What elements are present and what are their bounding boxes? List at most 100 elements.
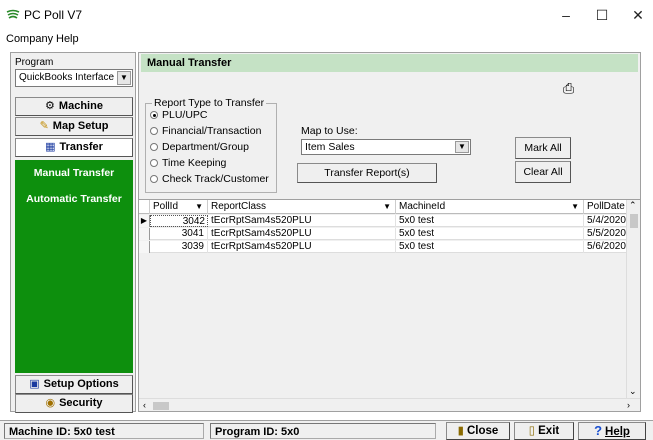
radio-time-keeping-label: Time Keeping xyxy=(162,157,227,169)
radio-check-track-customer[interactable]: Check Track/Customer xyxy=(150,173,269,185)
cell-polldate[interactable]: 5/5/2020 1 xyxy=(584,228,626,240)
nav-map-setup-label: Map Setup xyxy=(52,120,109,132)
setup-options-icon: ▣ xyxy=(29,378,40,390)
left-panel: Program QuickBooks Interface ▼ ⚙ Machine … xyxy=(10,52,136,413)
map-select-value: Item Sales xyxy=(305,141,355,153)
transfer-reports-button[interactable]: Transfer Report(s) xyxy=(297,163,437,183)
program-select[interactable]: QuickBooks Interface ▼ xyxy=(15,69,133,87)
dropdown-arrow-icon[interactable]: ▼ xyxy=(195,200,203,214)
submenu-manual-transfer[interactable]: Manual Transfer xyxy=(15,167,133,179)
clear-all-button[interactable]: Clear All xyxy=(515,161,571,183)
map-select[interactable]: Item Sales ▼ xyxy=(301,139,471,155)
radio-time-keeping[interactable]: Time Keeping xyxy=(150,157,226,169)
nav-map-setup-button[interactable]: ✎ Map Setup xyxy=(15,117,133,136)
horizontal-scroll-thumb[interactable] xyxy=(153,402,169,410)
column-header-polldate[interactable]: PollDate xyxy=(584,200,626,214)
close-button[interactable]: ▮ Close xyxy=(446,422,510,440)
help-question-icon: ? xyxy=(594,423,603,438)
security-lock-icon: ◉ xyxy=(45,397,56,409)
scroll-down-icon[interactable]: ⌄ xyxy=(629,386,637,397)
table-row[interactable]: 3039 tEcrRptSam4s520PLU 5x0 test 5/6/202… xyxy=(139,241,626,253)
grid-corner xyxy=(139,200,150,214)
chevron-down-icon[interactable]: ▼ xyxy=(455,141,469,153)
column-header-label: PollId xyxy=(153,201,179,212)
radio-financial-transaction[interactable]: Financial/Transaction xyxy=(150,125,261,137)
close-window-button[interactable]: ✕ xyxy=(620,4,653,26)
machine-id-status: Machine ID: 5x0 test xyxy=(4,423,204,439)
row-indicator xyxy=(139,228,150,240)
column-header-label: PollDate xyxy=(587,201,625,212)
map-setup-icon: ✎ xyxy=(39,120,49,132)
radio-plu-upc-label: PLU/UPC xyxy=(162,109,208,121)
column-header-reportclass[interactable]: ReportClass ▼ xyxy=(208,200,396,214)
grid-header: PollId ▼ ReportClass ▼ MachineId ▼ PollDate xyxy=(139,200,626,214)
scroll-up-icon[interactable]: ⌃ xyxy=(629,200,637,211)
dropdown-arrow-icon[interactable]: ▼ xyxy=(571,200,579,214)
radio-icon[interactable] xyxy=(150,127,158,135)
column-header-label: ReportClass xyxy=(211,201,267,212)
current-row-arrow-icon: ▶ xyxy=(139,215,150,227)
transfer-icon: ▦ xyxy=(45,141,56,153)
map-to-use-label: Map to Use: xyxy=(301,125,358,137)
page-title: Manual Transfer xyxy=(141,54,638,72)
nav-machine-button[interactable]: ⚙ Machine xyxy=(15,97,133,116)
radio-plu-upc[interactable]: PLU/UPC xyxy=(150,109,208,121)
nav-security-label: Security xyxy=(59,397,103,409)
cell-pollid[interactable]: 3039 xyxy=(150,241,208,253)
menu-help[interactable]: Help xyxy=(56,33,79,45)
submenu-automatic-transfer[interactable]: Automatic Transfer xyxy=(15,193,133,205)
report-type-legend: Report Type to Transfer xyxy=(152,97,267,109)
maximize-button[interactable]: ☐ xyxy=(584,4,620,26)
close-door-icon: ▮ xyxy=(457,425,464,437)
help-button-label: Help xyxy=(605,426,630,438)
chevron-down-icon[interactable]: ▼ xyxy=(117,71,131,85)
cell-machineid[interactable]: 5x0 test xyxy=(396,215,584,227)
exit-icon: ▯ xyxy=(528,425,536,437)
column-header-pollid[interactable]: PollId ▼ xyxy=(150,200,208,214)
cell-machineid[interactable]: 5x0 test xyxy=(396,241,584,253)
radio-icon[interactable] xyxy=(150,159,158,167)
main-panel: Manual Transfer ⎙ Report Type to Transfe… xyxy=(138,52,641,412)
row-indicator xyxy=(139,241,150,253)
cell-machineid[interactable]: 5x0 test xyxy=(396,228,584,240)
cell-pollid[interactable]: 3041 xyxy=(150,228,208,240)
cell-reportclass[interactable]: tEcrRptSam4s520PLU xyxy=(208,215,396,227)
radio-department-label: Department/Group xyxy=(162,141,249,153)
title-bar: PC Poll V7 – ☐ ✕ xyxy=(0,0,653,30)
cell-reportclass[interactable]: tEcrRptSam4s520PLU xyxy=(208,241,396,253)
exit-button[interactable]: ▯ Exit xyxy=(514,422,574,440)
table-row[interactable]: ▶ 3042 tEcrRptSam4s520PLU 5x0 test 5/4/2… xyxy=(139,215,626,227)
printer-icon[interactable]: ⎙ xyxy=(563,80,574,97)
nav-transfer-label: Transfer xyxy=(59,141,103,153)
nav-setup-options-label: Setup Options xyxy=(43,378,119,390)
cell-reportclass[interactable]: tEcrRptSam4s520PLU xyxy=(208,228,396,240)
radio-icon[interactable] xyxy=(150,175,158,183)
radio-icon[interactable] xyxy=(150,143,158,151)
nav-transfer-button[interactable]: ▦ Transfer xyxy=(15,138,133,157)
column-header-machineid[interactable]: MachineId ▼ xyxy=(396,200,584,214)
nav-setup-options-button[interactable]: ▣ Setup Options xyxy=(15,375,133,394)
cell-polldate[interactable]: 5/4/2020 1 xyxy=(584,215,626,227)
nav-security-button[interactable]: ◉ Security xyxy=(15,394,133,413)
radio-department-group[interactable]: Department/Group xyxy=(150,141,249,153)
cell-polldate[interactable]: 5/6/2020 9 xyxy=(584,241,626,253)
table-row[interactable]: 3041 tEcrRptSam4s520PLU 5x0 test 5/5/202… xyxy=(139,228,626,240)
menu-company[interactable]: Company xyxy=(6,33,53,45)
program-id-status: Program ID: 5x0 xyxy=(210,423,436,439)
scroll-right-icon[interactable]: › xyxy=(627,400,630,410)
status-bar: Machine ID: 5x0 test Program ID: 5x0 ▮ Cl… xyxy=(0,420,653,440)
vertical-scrollbar[interactable]: ⌃ ⌄ xyxy=(626,200,640,398)
vertical-scroll-thumb[interactable] xyxy=(630,214,638,228)
close-button-label: Close xyxy=(467,425,499,437)
help-button[interactable]: ? Help xyxy=(578,422,646,440)
mark-all-button[interactable]: Mark All xyxy=(515,137,571,159)
dropdown-arrow-icon[interactable]: ▼ xyxy=(383,200,391,214)
machine-gear-icon: ⚙ xyxy=(45,100,55,112)
horizontal-scrollbar[interactable]: ‹ › xyxy=(139,398,640,411)
minimize-button[interactable]: – xyxy=(548,4,584,26)
program-label: Program xyxy=(15,57,54,68)
cell-pollid[interactable]: 3042 xyxy=(150,215,208,227)
program-select-value: QuickBooks Interface xyxy=(19,72,115,83)
radio-checked-icon[interactable] xyxy=(150,111,158,119)
scroll-left-icon[interactable]: ‹ xyxy=(143,400,146,410)
